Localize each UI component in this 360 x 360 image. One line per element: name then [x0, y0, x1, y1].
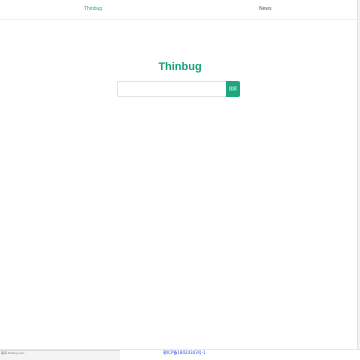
nav-link-news[interactable]: News: [259, 6, 272, 13]
browser-status-text: 等待 thinbug.com...: [1, 351, 27, 355]
top-navigation-bar: Thinbug News: [0, 0, 360, 20]
search-input[interactable]: [117, 81, 226, 97]
search-button[interactable]: 搜索: [226, 81, 240, 97]
icp-license-link[interactable]: 鄂ICP备18024343号-1: [163, 350, 206, 356]
brand-link[interactable]: Thinbug: [84, 6, 102, 13]
page: Thinbug News Thinbug 搜索 等待 thinbug.com..…: [0, 0, 360, 360]
search-form: 搜索: [117, 81, 240, 97]
site-title: Thinbug: [158, 61, 202, 73]
